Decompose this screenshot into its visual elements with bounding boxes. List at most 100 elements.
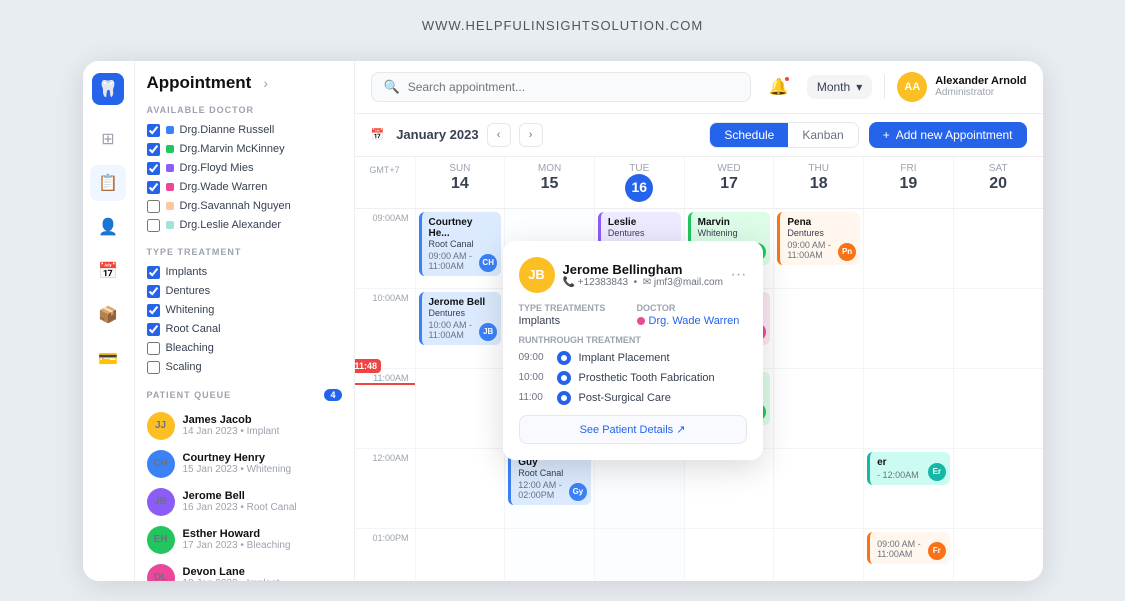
watermark: WWW.HELPFULINSIGHTSOLUTION.COM <box>422 18 703 33</box>
patient-item-0[interactable]: JJ James Jacob 14 Jan 2023 • Implant <box>147 407 342 445</box>
appt-card[interactable]: Pena Dentures 09:00 AM - 11:00AM Pn <box>777 212 860 265</box>
sidebar-icon-billing[interactable]: 💳 <box>90 341 126 377</box>
patient-avatar-4: DL <box>147 564 175 581</box>
doctor-item-0[interactable]: Drg.Dianne Russell <box>147 121 342 140</box>
tab-schedule[interactable]: Schedule <box>710 123 788 147</box>
popup-dots-button[interactable]: ··· <box>731 266 747 284</box>
time-1000: 10:00AM <box>355 289 415 369</box>
day-cell-sun-11 <box>416 369 505 449</box>
queue-count: 4 <box>324 389 341 401</box>
doctor-checkbox-3[interactable] <box>147 181 160 194</box>
treatment-item-bleaching[interactable]: Bleaching <box>147 339 342 358</box>
sidebar-icon-patients[interactable]: 👤 <box>90 209 126 245</box>
search-box[interactable]: 🔍 <box>371 72 751 102</box>
treatment-checkbox-dentures[interactable] <box>147 285 160 298</box>
tab-kanban[interactable]: Kanban <box>788 123 857 147</box>
patient-item-1[interactable]: CH Courtney Henry 15 Jan 2023 • Whitenin… <box>147 445 342 483</box>
plus-icon: + <box>883 128 890 142</box>
sidebar: 🦷 ⊞ 📋 👤 📅 📦 💳 <box>83 61 135 581</box>
day-cell-mon-13 <box>505 529 594 581</box>
day-cell-sat-10 <box>954 289 1043 369</box>
patient-avatar-3: EH <box>147 526 175 554</box>
doc-avatar: JB <box>479 323 497 341</box>
page-header: Appointment › <box>147 73 342 93</box>
day-header-sun: SUN 14 <box>415 157 505 208</box>
doctor-item-2[interactable]: Drg.Floyd Mies <box>147 159 342 178</box>
doctor-checkbox-4[interactable] <box>147 200 160 213</box>
patient-item-4[interactable]: DL Devon Lane 18 Jan 2023 • Implant <box>147 559 342 581</box>
day-cell-fri-13[interactable]: 09:00 AM - 11:00AM Fr <box>864 529 953 581</box>
patient-queue-label: PATIENT QUEUE <box>147 390 232 400</box>
day-cell-fri-09 <box>864 209 953 289</box>
nav-arrow[interactable]: › <box>263 75 268 91</box>
queue-header: PATIENT QUEUE 4 <box>147 389 342 401</box>
treatment-checkbox-whitening[interactable] <box>147 304 160 317</box>
day-cell-sat-12 <box>954 449 1043 529</box>
patient-info-3: Esther Howard 17 Jan 2023 • Bleaching <box>183 528 291 551</box>
day-header-sat: SAT 20 <box>953 157 1043 208</box>
see-patient-details-button[interactable]: See Patient Details ↗ <box>519 415 747 444</box>
treatment-item-rootcanal[interactable]: Root Canal <box>147 320 342 339</box>
doctor-checkbox-0[interactable] <box>147 124 160 137</box>
appt-card[interactable]: 09:00 AM - 11:00AM Fr <box>867 532 950 564</box>
sidebar-logo: 🦷 <box>92 73 124 105</box>
sidebar-icon-appointments[interactable]: 📋 <box>90 165 126 201</box>
doctor-checkbox-2[interactable] <box>147 162 160 175</box>
day-cell-thu-09[interactable]: Pena Dentures 09:00 AM - 11:00AM Pn <box>774 209 863 289</box>
doctor-item-3[interactable]: Drg.Wade Warren <box>147 178 342 197</box>
time-indicator <box>355 383 415 385</box>
treatment-item-whitening[interactable]: Whitening <box>147 301 342 320</box>
doctor-color-dot <box>637 317 645 325</box>
appt-card[interactable]: Jerome Bell Dentures 10:00 AM - 11:00AM … <box>419 292 502 345</box>
view-selector[interactable]: Month ▾ <box>807 75 872 99</box>
next-month-button[interactable]: › <box>519 123 543 147</box>
sidebar-icon-dashboard[interactable]: ⊞ <box>90 121 126 157</box>
day-header-tue: TUE 16 <box>594 157 684 208</box>
timeline-row-2: 11:00 Post-Surgical Care <box>519 391 747 405</box>
doctor-item-5[interactable]: Drg.Leslie Alexander <box>147 216 342 235</box>
type-treatment-label: TYPE TREATMENT <box>147 247 342 257</box>
patient-item-3[interactable]: EH Esther Howard 17 Jan 2023 • Bleaching <box>147 521 342 559</box>
cal-header-row: GMT+7 SUN 14 MON 15 TUE 16 WED 17 <box>355 157 1043 209</box>
treatment-item-scaling[interactable]: Scaling <box>147 358 342 377</box>
treatment-checkbox-scaling[interactable] <box>147 361 160 374</box>
day-cell-fri-12[interactable]: er - 12:00AM Er <box>864 449 953 529</box>
doctor-checkbox-5[interactable] <box>147 219 160 232</box>
day-cell-mon-12[interactable]: Guy Root Canal 12:00 AM - 02:00PM Gy <box>505 449 594 529</box>
day-col-thu: Pena Dentures 09:00 AM - 11:00AM Pn <box>773 209 863 581</box>
day-cell-sun-10[interactable]: Jerome Bell Dentures 10:00 AM - 11:00AM … <box>416 289 505 369</box>
sidebar-icon-inventory[interactable]: 📦 <box>90 297 126 333</box>
doctor-list: Drg.Dianne Russell Drg.Marvin McKinney D… <box>147 121 342 235</box>
timeline-row-1: 10:00 Prosthetic Tooth Fabrication <box>519 371 747 385</box>
treatment-item-implants[interactable]: Implants <box>147 263 342 282</box>
time-indicator-badge: 11:48 <box>355 359 382 373</box>
day-cell-fri-11 <box>864 369 953 449</box>
doctor-item-4[interactable]: Drg.Savannah Nguyen <box>147 197 342 216</box>
day-cell-wed-12 <box>685 449 774 529</box>
appt-card[interactable]: er - 12:00AM Er <box>867 452 950 485</box>
doctor-item-1[interactable]: Drg.Marvin McKinney <box>147 140 342 159</box>
doctor-checkbox-1[interactable] <box>147 143 160 156</box>
doc-avatar: Fr <box>928 542 946 560</box>
treatment-checkbox-bleaching[interactable] <box>147 342 160 355</box>
appt-card[interactable]: Courtney He... Root Canal 09:00 AM - 11:… <box>419 212 502 276</box>
day-cell-sun-12 <box>416 449 505 529</box>
treatment-checkbox-rootcanal[interactable] <box>147 323 160 336</box>
notification-button[interactable]: 🔔 <box>763 71 795 103</box>
patient-item-2[interactable]: JB Jerome Bell 16 Jan 2023 • Root Canal <box>147 483 342 521</box>
search-input[interactable] <box>408 80 738 94</box>
treatment-checkbox-implants[interactable] <box>147 266 160 279</box>
user-avatar: AA <box>897 72 927 102</box>
popup-header: JB Jerome Bellingham 📞 +12383843 • ✉ jmf… <box>519 257 747 293</box>
popup-fields: Type Treatments Implants Doctor Drg. Wad… <box>519 303 747 327</box>
prev-month-button[interactable]: ‹ <box>487 123 511 147</box>
treatment-item-dentures[interactable]: Dentures <box>147 282 342 301</box>
add-appointment-button[interactable]: + Add new Appointment <box>869 122 1027 148</box>
sidebar-icon-calendar[interactable]: 📅 <box>90 253 126 289</box>
day-cell-tue-12 <box>595 449 684 529</box>
cal-nav: 📅 January 2023 ‹ › <box>371 123 543 147</box>
patient-info-1: Courtney Henry 15 Jan 2023 • Whitening <box>183 452 292 475</box>
cal-toolbar: 📅 January 2023 ‹ › Schedule Kanban + Add… <box>355 114 1043 157</box>
day-cell-thu-12 <box>774 449 863 529</box>
day-cell-sun-09[interactable]: Courtney He... Root Canal 09:00 AM - 11:… <box>416 209 505 289</box>
